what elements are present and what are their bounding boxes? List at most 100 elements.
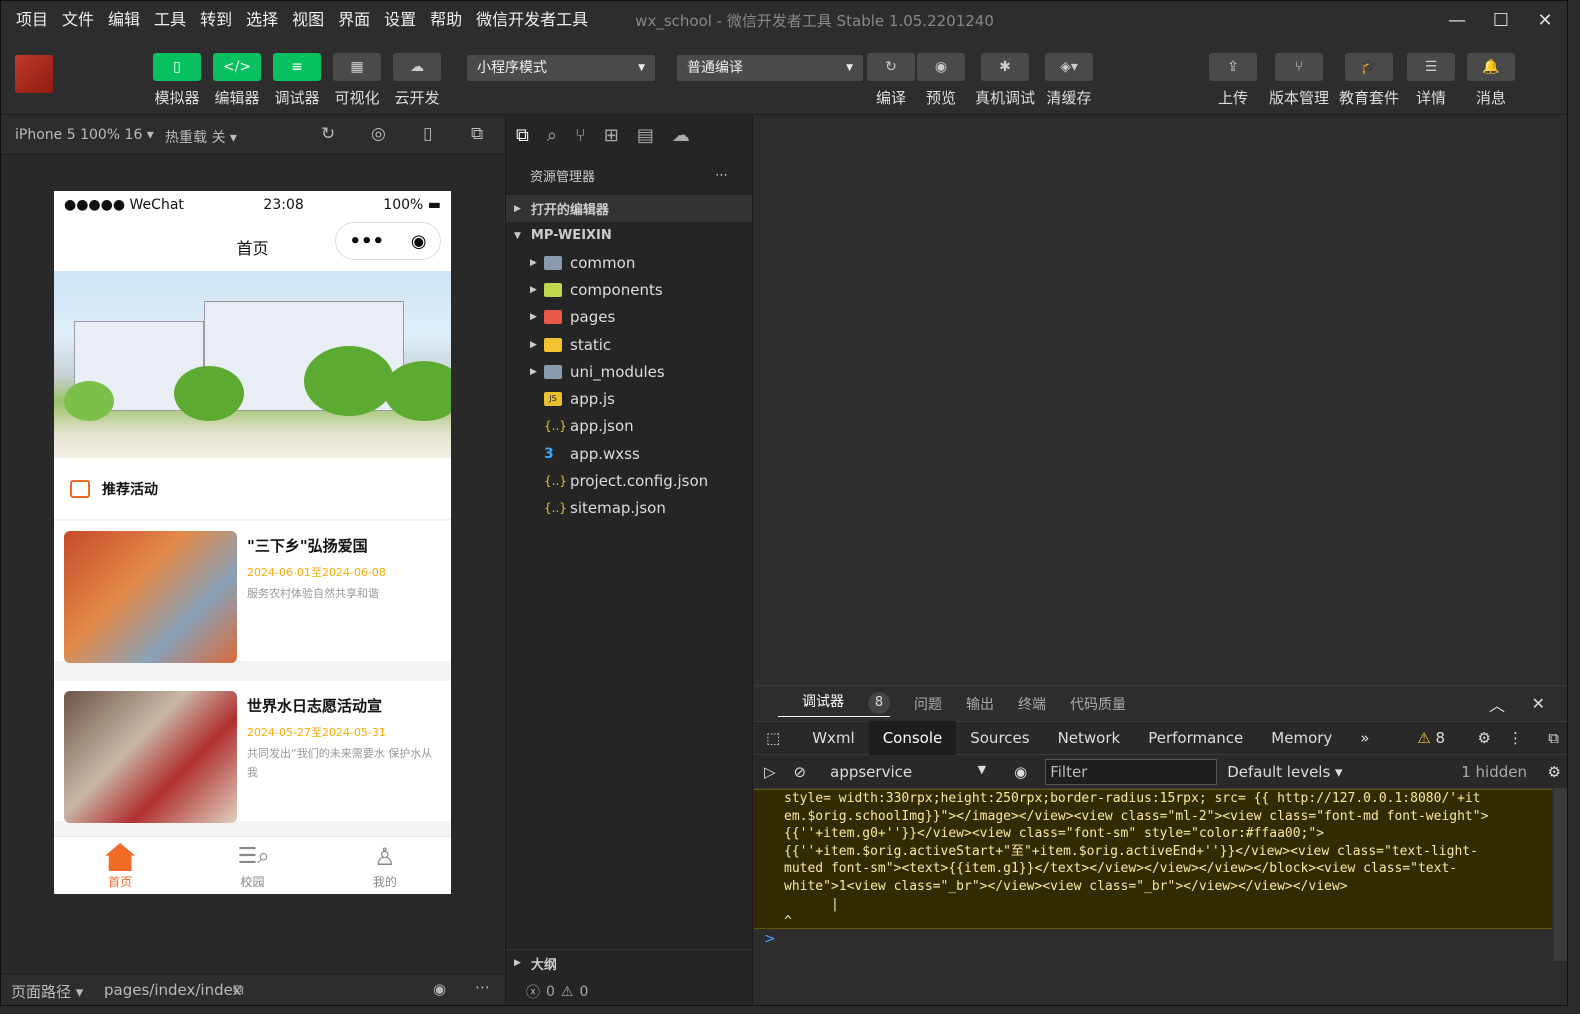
real-device-debug-button[interactable]: ✱ 真机调试 bbox=[975, 53, 1035, 108]
tab-console[interactable]: Console bbox=[868, 721, 957, 755]
preview-button[interactable]: ◉ 预览 bbox=[917, 53, 965, 108]
menu-interface[interactable]: 界面 bbox=[331, 1, 377, 39]
menu-settings[interactable]: 设置 bbox=[377, 1, 423, 39]
menu-project[interactable]: 项目 bbox=[9, 1, 55, 39]
stop-icon[interactable]: ◎ bbox=[371, 124, 386, 144]
compile-mode-select[interactable]: 普通编译 ▼ bbox=[677, 55, 863, 81]
outline-section[interactable]: ▶ 大纲 bbox=[506, 949, 752, 976]
search-icon[interactable]: ⌕ bbox=[547, 125, 557, 146]
tab-terminal[interactable]: 终端 bbox=[1018, 694, 1046, 714]
sidebar-toggle-icon[interactable]: ▷ bbox=[764, 763, 776, 781]
console-scrollbar[interactable] bbox=[1553, 789, 1567, 961]
more-dots-icon[interactable]: ••• bbox=[349, 231, 384, 252]
layout-icon[interactable]: ▤ bbox=[637, 125, 654, 146]
page-path-select[interactable]: 页面路径 ▾ bbox=[11, 981, 83, 1002]
problems-status[interactable]: ⓧ 0 ⚠ 0 bbox=[506, 976, 752, 1005]
mode-select[interactable]: 小程序模式 ▼ bbox=[467, 55, 655, 81]
menu-wechat-devtools[interactable]: 微信开发者工具 bbox=[469, 1, 595, 39]
debugger-button[interactable]: ≡ 调试器 bbox=[273, 53, 321, 108]
files-icon[interactable]: ⧉ bbox=[516, 125, 529, 146]
eye-icon[interactable]: ◉ bbox=[433, 980, 446, 998]
inspect-icon[interactable]: ⬚ bbox=[754, 721, 798, 755]
visual-button[interactable]: ▦ 可视化 bbox=[333, 53, 381, 108]
kebab-icon[interactable]: ⋮ bbox=[1508, 729, 1523, 747]
docker-icon[interactable]: ☁ bbox=[672, 125, 690, 146]
edu-kit-button[interactable]: 🎓 教育套件 bbox=[1339, 53, 1399, 108]
menu-goto[interactable]: 转到 bbox=[193, 1, 239, 39]
tab-memory[interactable]: Memory bbox=[1257, 721, 1346, 755]
editor-button[interactable]: </> 编辑器 bbox=[213, 53, 261, 108]
tree-folder-common[interactable]: ▶ common bbox=[506, 249, 752, 276]
open-editors-section[interactable]: ▶ 打开的编辑器 bbox=[506, 195, 752, 222]
tree-folder-uni-modules[interactable]: ▶ uni_modules bbox=[506, 358, 752, 385]
console-prompt[interactable]: > bbox=[764, 931, 776, 947]
cloud-button[interactable]: ☁ 云开发 bbox=[393, 53, 441, 108]
project-section[interactable]: ▼ MP-WEIXIN bbox=[506, 222, 752, 249]
tab-output[interactable]: 输出 bbox=[966, 694, 994, 714]
more-icon[interactable]: ⋯ bbox=[715, 168, 728, 183]
activity-card[interactable]: 世界水日志愿活动宣 2024-05-27至2024-05-31 共同发出“我们的… bbox=[54, 681, 451, 823]
more-icon[interactable]: ⋯ bbox=[475, 978, 490, 996]
tab-network[interactable]: Network bbox=[1044, 721, 1135, 755]
filter-input[interactable]: Filter bbox=[1045, 758, 1218, 785]
menu-capsule[interactable]: ••• ◉ bbox=[335, 222, 441, 260]
tab-debugger[interactable]: 调试器 8 bbox=[778, 691, 890, 717]
clear-console-icon[interactable]: ⊘ bbox=[794, 763, 807, 781]
tab-mine[interactable]: ♙ 我的 bbox=[319, 837, 451, 894]
warnings-counter[interactable]: ⚠ 8 bbox=[1417, 729, 1445, 747]
nav-bar: 首页 ••• ◉ bbox=[54, 219, 451, 271]
tree-file-sitemap[interactable]: {..} sitemap.json bbox=[506, 495, 752, 522]
extensions-icon[interactable]: ⊞ bbox=[604, 125, 619, 146]
menu-help[interactable]: 帮助 bbox=[423, 1, 469, 39]
popout-icon[interactable]: ⧉ bbox=[471, 124, 483, 144]
details-button[interactable]: ☰ 详情 bbox=[1407, 53, 1455, 108]
menu-view[interactable]: 视图 bbox=[285, 1, 331, 39]
editor-area[interactable] bbox=[754, 115, 1567, 685]
tree-file-app-js[interactable]: JS app.js bbox=[506, 385, 752, 412]
maximize-icon[interactable]: ☐ bbox=[1479, 1, 1523, 39]
tree-folder-pages[interactable]: ▶ pages bbox=[506, 304, 752, 331]
tab-home[interactable]: 首页 bbox=[54, 837, 186, 894]
tree-file-project-config[interactable]: {..} project.config.json bbox=[506, 467, 752, 494]
more-tabs-icon[interactable]: » bbox=[1346, 721, 1383, 755]
device-select[interactable]: iPhone 5 100% 16 ▾ bbox=[15, 127, 154, 143]
context-select[interactable]: appservice ▼ bbox=[830, 763, 986, 781]
clear-cache-button[interactable]: ◈▾ 清缓存 bbox=[1045, 53, 1093, 108]
close-icon[interactable]: ✕ bbox=[1523, 1, 1567, 39]
tree-folder-components[interactable]: ▶ components bbox=[506, 276, 752, 303]
messages-button[interactable]: 🔔 消息 bbox=[1467, 53, 1515, 108]
simulator-button[interactable]: ▯ 模拟器 bbox=[153, 53, 201, 108]
rotate-icon[interactable]: ↻ bbox=[321, 124, 335, 144]
version-button[interactable]: ⑂ 版本管理 bbox=[1269, 53, 1329, 108]
copy-icon[interactable]: ⧉ bbox=[233, 980, 244, 998]
close-icon[interactable]: ✕ bbox=[1532, 694, 1545, 713]
tree-file-app-wxss[interactable]: 3 app.wxss bbox=[506, 440, 752, 467]
levels-select[interactable]: Default levels ▾ bbox=[1227, 763, 1342, 781]
tree-file-app-json[interactable]: {..} app.json bbox=[506, 413, 752, 440]
gear-icon[interactable]: ⚙ bbox=[1548, 763, 1561, 781]
minimize-icon[interactable]: — bbox=[1435, 1, 1479, 39]
tab-campus[interactable]: ☰⌕ 校园 bbox=[186, 837, 318, 894]
upload-button[interactable]: ⇪ 上传 bbox=[1209, 53, 1257, 108]
compile-button[interactable]: ↻ 编译 bbox=[867, 53, 915, 108]
gear-icon[interactable]: ⚙ bbox=[1478, 729, 1491, 747]
activity-card[interactable]: "三下乡"弘扬爱国 2024-06-01至2024-06-08 服务农村体验自然… bbox=[54, 521, 451, 663]
phone-frame-icon[interactable]: ▯ bbox=[423, 124, 432, 144]
tab-sources[interactable]: Sources bbox=[956, 721, 1043, 755]
avatar[interactable] bbox=[15, 55, 53, 93]
tab-problems[interactable]: 问题 bbox=[914, 694, 942, 714]
tree-folder-static[interactable]: ▶ static bbox=[506, 331, 752, 358]
tab-code-quality[interactable]: 代码质量 bbox=[1070, 694, 1126, 714]
hot-reload-select[interactable]: 热重载 关 ▾ bbox=[165, 127, 237, 147]
tab-performance[interactable]: Performance bbox=[1134, 721, 1257, 755]
git-icon[interactable]: ⑂ bbox=[575, 125, 586, 146]
menu-tools[interactable]: 工具 bbox=[147, 1, 193, 39]
dock-icon[interactable]: ⧉ bbox=[1548, 729, 1559, 747]
eye-icon[interactable]: ◉ bbox=[1014, 763, 1027, 781]
menu-file[interactable]: 文件 bbox=[55, 1, 101, 39]
record-icon[interactable]: ◉ bbox=[411, 231, 427, 252]
menu-edit[interactable]: 编辑 bbox=[101, 1, 147, 39]
chevron-up-icon[interactable]: ︿ bbox=[1489, 692, 1505, 716]
tab-wxml[interactable]: Wxml bbox=[798, 721, 869, 755]
menu-select[interactable]: 选择 bbox=[239, 1, 285, 39]
